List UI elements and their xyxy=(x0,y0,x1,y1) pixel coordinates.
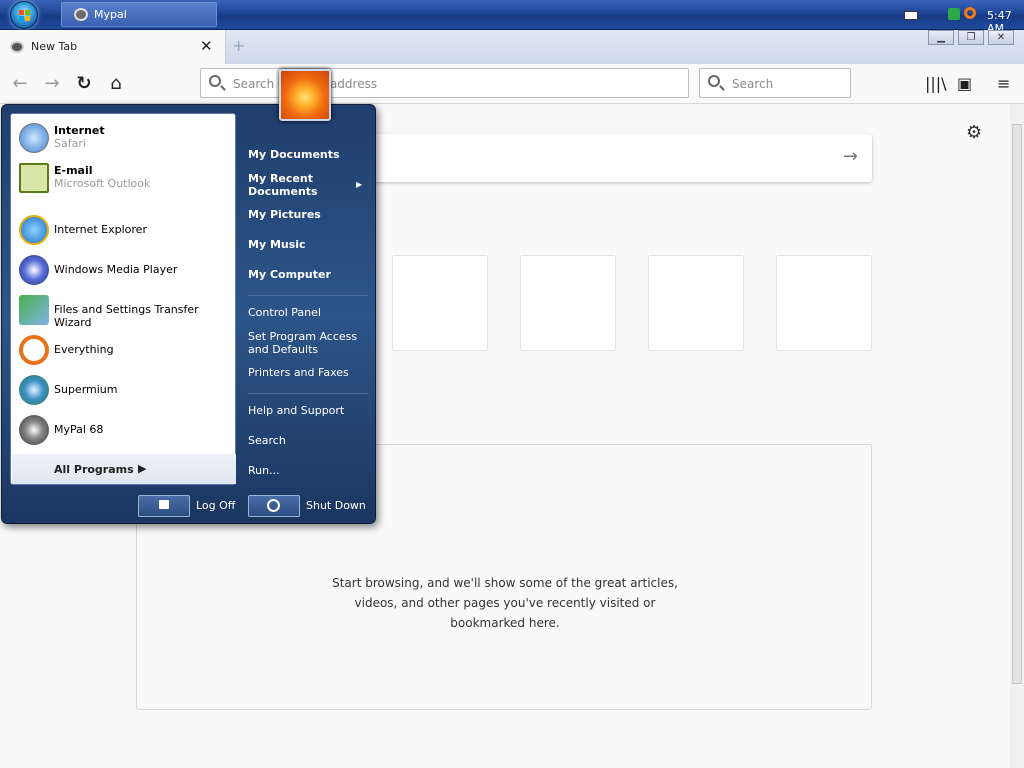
maximize-button[interactable]: ❐ xyxy=(958,30,984,45)
safari-icon xyxy=(19,123,49,153)
place-my-computer[interactable]: My Computer xyxy=(248,268,331,281)
mypal-icon xyxy=(74,8,88,21)
windows-logo-icon xyxy=(19,10,31,22)
empty-state-message: Start browsing, and we'll show some of t… xyxy=(332,576,678,630)
all-programs-button[interactable]: All Programs ▶ xyxy=(12,454,236,484)
start-menu: Internet Safari E-mail Microsoft Outlook… xyxy=(1,104,376,524)
program-item-mypal[interactable]: MyPal 68 xyxy=(11,411,237,449)
place-my-music[interactable]: My Music xyxy=(248,238,306,251)
keyboard-icon[interactable] xyxy=(904,11,918,20)
place-control-panel[interactable]: Control Panel xyxy=(248,306,321,319)
wmp-icon xyxy=(19,255,49,285)
tab-strip: New Tab ✕ + ▁ ❐ ✕ xyxy=(0,30,1024,64)
tab-new-tab[interactable]: New Tab ✕ xyxy=(0,30,226,64)
place-my-recent-documents[interactable]: My Recent Documents xyxy=(248,172,318,198)
window-controls: ▁ ❐ ✕ xyxy=(928,30,1018,46)
sidebar-icon[interactable]: ▣ xyxy=(957,74,972,93)
gear-icon[interactable]: ⚙ xyxy=(966,122,982,143)
separator xyxy=(248,393,368,394)
program-item-windows-media-player[interactable]: Windows Media Player xyxy=(11,251,237,289)
lock-icon xyxy=(159,500,169,509)
top-site-tile[interactable] xyxy=(520,255,616,351)
taskbar-button-mypal[interactable]: Mypal xyxy=(61,2,217,27)
mypal-icon xyxy=(19,415,49,445)
search-box[interactable]: Search xyxy=(699,68,851,98)
arrow-right-icon[interactable]: → xyxy=(843,146,858,167)
separator xyxy=(248,295,368,296)
tab-title: New Tab xyxy=(31,40,78,53)
home-button[interactable]: ⌂ xyxy=(104,72,128,96)
place-help-and-support[interactable]: Help and Support xyxy=(248,404,344,417)
shut-down-label: Shut Down xyxy=(306,499,366,512)
place-run[interactable]: Run... xyxy=(248,464,280,477)
arrow-right-icon: ▶ xyxy=(138,462,147,475)
mypal-icon xyxy=(10,41,24,53)
program-item-internet-explorer[interactable]: Internet Explorer xyxy=(11,211,237,249)
new-tab-button[interactable]: + xyxy=(232,36,245,55)
page-search-box[interactable]: → xyxy=(370,134,872,182)
ie-icon xyxy=(19,215,49,245)
place-my-documents[interactable]: My Documents xyxy=(248,148,340,161)
top-site-tile[interactable] xyxy=(648,255,744,351)
forward-button[interactable]: → xyxy=(40,72,64,96)
place-set-program-access[interactable]: Set Program Access and Defaults xyxy=(248,330,357,356)
transfer-wizard-icon xyxy=(19,295,49,325)
menu-icon[interactable]: ≡ xyxy=(997,74,1010,93)
log-off-label: Log Off xyxy=(196,499,236,512)
top-site-tile[interactable] xyxy=(392,255,488,351)
start-button[interactable] xyxy=(10,1,38,29)
taskbar: Mypal 5:47 AM xyxy=(0,0,1024,35)
shut-down-button[interactable] xyxy=(248,495,300,517)
power-icon xyxy=(267,499,280,512)
taskbar-button-label: Mypal xyxy=(94,8,127,21)
system-tray: 5:47 AM xyxy=(884,0,1024,35)
place-my-pictures[interactable]: My Pictures xyxy=(248,208,321,221)
back-button[interactable]: ← xyxy=(8,72,32,96)
outlook-icon xyxy=(19,163,49,193)
everything-search-icon[interactable] xyxy=(964,7,976,19)
navigation-toolbar: ← → ↻ ⌂ Search or enter address Search |… xyxy=(0,64,1024,104)
scrollbar-thumb[interactable] xyxy=(1012,124,1022,684)
user-picture[interactable] xyxy=(279,69,331,121)
program-item-supermium[interactable]: Supermium xyxy=(11,371,237,409)
tray-app-icon[interactable] xyxy=(948,8,960,20)
top-site-tile[interactable] xyxy=(776,255,872,351)
program-item-everything[interactable]: Everything xyxy=(11,331,237,369)
search-icon xyxy=(209,75,221,87)
programs-pane: Internet Safari E-mail Microsoft Outlook… xyxy=(10,113,236,485)
log-off-button[interactable] xyxy=(138,495,190,517)
place-search[interactable]: Search xyxy=(248,434,286,447)
everything-search-icon xyxy=(19,335,49,365)
pinned-item-internet[interactable]: Internet Safari xyxy=(11,119,237,157)
program-item-transfer-wizard[interactable]: Files and Settings Transfer Wizard xyxy=(11,291,237,329)
close-window-button[interactable]: ✕ xyxy=(988,30,1014,45)
search-icon xyxy=(708,75,720,87)
search-box-placeholder: Search xyxy=(732,77,774,91)
minimize-button[interactable]: ▁ xyxy=(928,30,954,45)
pinned-item-email[interactable]: E-mail Microsoft Outlook xyxy=(11,159,237,197)
submenu-arrow-icon: ▶ xyxy=(356,180,363,189)
url-bar[interactable]: Search or enter address xyxy=(200,68,689,98)
supermium-icon xyxy=(19,375,49,405)
close-tab-icon[interactable]: ✕ xyxy=(200,37,213,55)
library-icon[interactable]: |||\ xyxy=(925,74,947,93)
reload-button[interactable]: ↻ xyxy=(72,72,96,96)
scrollbar[interactable] xyxy=(1010,104,1024,768)
place-printers-and-faxes[interactable]: Printers and Faxes xyxy=(248,366,349,379)
